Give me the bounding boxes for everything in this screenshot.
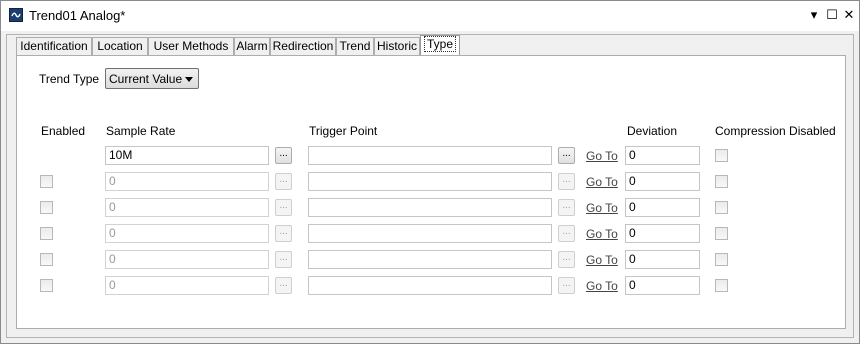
compression-disabled-checkbox[interactable] bbox=[715, 227, 728, 240]
title-bar: Trend01 Analog* ▾ ☐ ✕ bbox=[1, 1, 859, 31]
window-menu-dropdown-icon[interactable]: ▾ bbox=[807, 7, 821, 23]
trigger-point-input[interactable] bbox=[308, 250, 552, 269]
deviation-input[interactable]: 0 bbox=[625, 224, 700, 243]
close-icon[interactable]: ✕ bbox=[842, 7, 856, 23]
deviation-input[interactable]: 0 bbox=[625, 172, 700, 191]
enabled-checkbox[interactable] bbox=[40, 227, 53, 240]
dropdown-arrow-icon bbox=[185, 77, 193, 82]
trigger-point-browse-button[interactable]: ... bbox=[558, 147, 575, 164]
tab-redirection[interactable]: Redirection bbox=[270, 37, 336, 55]
trigger-point-input[interactable] bbox=[308, 198, 552, 217]
enabled-checkbox[interactable] bbox=[40, 253, 53, 266]
goto-link[interactable]: Go To bbox=[586, 201, 618, 215]
sample-rate-browse-button[interactable]: ... bbox=[275, 173, 292, 190]
sample-rate-input[interactable]: 0 bbox=[105, 172, 269, 191]
goto-link[interactable]: Go To bbox=[586, 279, 618, 293]
trigger-point-browse-button[interactable]: ... bbox=[558, 173, 575, 190]
trigger-point-input[interactable] bbox=[308, 172, 552, 191]
compression-disabled-checkbox[interactable] bbox=[715, 149, 728, 162]
trigger-point-input[interactable] bbox=[308, 146, 552, 165]
enabled-checkbox[interactable] bbox=[40, 175, 53, 188]
trend-type-label: Trend Type bbox=[39, 72, 100, 86]
goto-link[interactable]: Go To bbox=[586, 149, 618, 163]
tab-location[interactable]: Location bbox=[92, 37, 148, 55]
compression-disabled-checkbox[interactable] bbox=[715, 201, 728, 214]
trigger-point-browse-button[interactable]: ... bbox=[558, 199, 575, 216]
compression-disabled-checkbox[interactable] bbox=[715, 279, 728, 292]
trigger-point-browse-button[interactable]: ... bbox=[558, 277, 575, 294]
trend-window: Trend01 Analog* ▾ ☐ ✕ Identification Loc… bbox=[0, 0, 860, 344]
goto-link[interactable]: Go To bbox=[586, 227, 618, 241]
sample-rate-input[interactable]: 0 bbox=[105, 198, 269, 217]
sample-rate-input[interactable]: 0 bbox=[105, 276, 269, 295]
tab-type[interactable]: Type bbox=[420, 35, 460, 56]
sample-rate-input[interactable]: 0 bbox=[105, 250, 269, 269]
maximize-icon[interactable]: ☐ bbox=[825, 7, 839, 23]
sample-rate-browse-button[interactable]: ... bbox=[275, 225, 292, 242]
window-title: Trend01 Analog* bbox=[29, 8, 126, 23]
trend-type-select[interactable]: Current Value bbox=[105, 68, 199, 89]
sample-rate-browse-button[interactable]: ... bbox=[275, 277, 292, 294]
trigger-point-header: Trigger Point bbox=[309, 124, 378, 138]
goto-link[interactable]: Go To bbox=[586, 175, 618, 189]
trend-app-icon bbox=[9, 8, 23, 22]
tab-alarm[interactable]: Alarm bbox=[234, 37, 270, 55]
enabled-checkbox[interactable] bbox=[40, 279, 53, 292]
trigger-point-input[interactable] bbox=[308, 224, 552, 243]
sample-rate-browse-button[interactable]: ... bbox=[275, 199, 292, 216]
compression-disabled-header: Compression Disabled bbox=[715, 124, 836, 138]
sample-rate-input[interactable]: 10M bbox=[105, 146, 269, 165]
tab-historic[interactable]: Historic bbox=[374, 37, 420, 55]
sample-rate-input[interactable]: 0 bbox=[105, 224, 269, 243]
deviation-input[interactable]: 0 bbox=[625, 198, 700, 217]
tab-user-methods[interactable]: User Methods bbox=[148, 37, 234, 55]
deviation-input[interactable]: 0 bbox=[625, 276, 700, 295]
deviation-input[interactable]: 0 bbox=[625, 146, 700, 165]
tab-trend[interactable]: Trend bbox=[336, 37, 374, 55]
trigger-point-browse-button[interactable]: ... bbox=[558, 225, 575, 242]
tab-type-label: Type bbox=[423, 36, 457, 52]
trend-type-value: Current Value bbox=[109, 72, 183, 86]
trigger-point-browse-button[interactable]: ... bbox=[558, 251, 575, 268]
trigger-point-input[interactable] bbox=[308, 276, 552, 295]
goto-link[interactable]: Go To bbox=[586, 253, 618, 267]
deviation-header: Deviation bbox=[627, 124, 678, 138]
tab-identification[interactable]: Identification bbox=[16, 37, 92, 55]
deviation-input[interactable]: 0 bbox=[625, 250, 700, 269]
sample-rate-browse-button[interactable]: ... bbox=[275, 147, 292, 164]
compression-disabled-checkbox[interactable] bbox=[715, 175, 728, 188]
compression-disabled-checkbox[interactable] bbox=[715, 253, 728, 266]
sample-rate-header: Sample Rate bbox=[106, 124, 176, 138]
enabled-checkbox[interactable] bbox=[40, 201, 53, 214]
enabled-header: Enabled bbox=[41, 124, 86, 138]
sample-rate-browse-button[interactable]: ... bbox=[275, 251, 292, 268]
